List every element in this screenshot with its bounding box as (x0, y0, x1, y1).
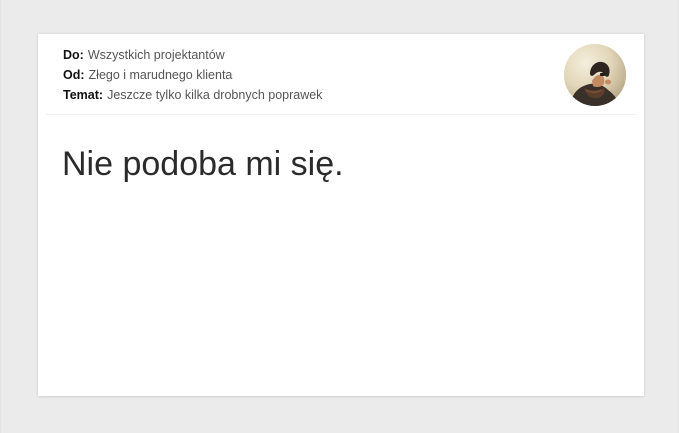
subject-label: Temat: (63, 88, 104, 102)
person-photo-avatar-icon (564, 44, 626, 106)
sender-label: Od: (63, 68, 85, 82)
window-frame: Do: Wszystkich projektantów Od: Złego i ma… (0, 0, 679, 433)
email-card: Do: Wszystkich projektantów Od: Złego i ma… (38, 34, 644, 396)
header-divider (46, 114, 636, 115)
recipient-row: Do: Wszystkich projektantów (63, 47, 225, 63)
subject-value: Jeszcze tylko kilka drobnych poprawek (107, 88, 323, 102)
email-body-text: Nie podoba mi się. (62, 145, 344, 183)
subject-row: Temat: Jeszcze tylko kilka drobnych popra… (63, 87, 322, 103)
sender-row: Od: Złego i marudnego klienta (63, 67, 232, 83)
recipient-label: Do: (63, 48, 84, 62)
avatar[interactable] (564, 44, 626, 106)
email-header: Do: Wszystkich projektantów Od: Złego i ma… (38, 34, 644, 114)
recipient-value: Wszystkich projektantów (87, 48, 225, 62)
sender-value: Złego i marudnego klienta (88, 68, 233, 82)
